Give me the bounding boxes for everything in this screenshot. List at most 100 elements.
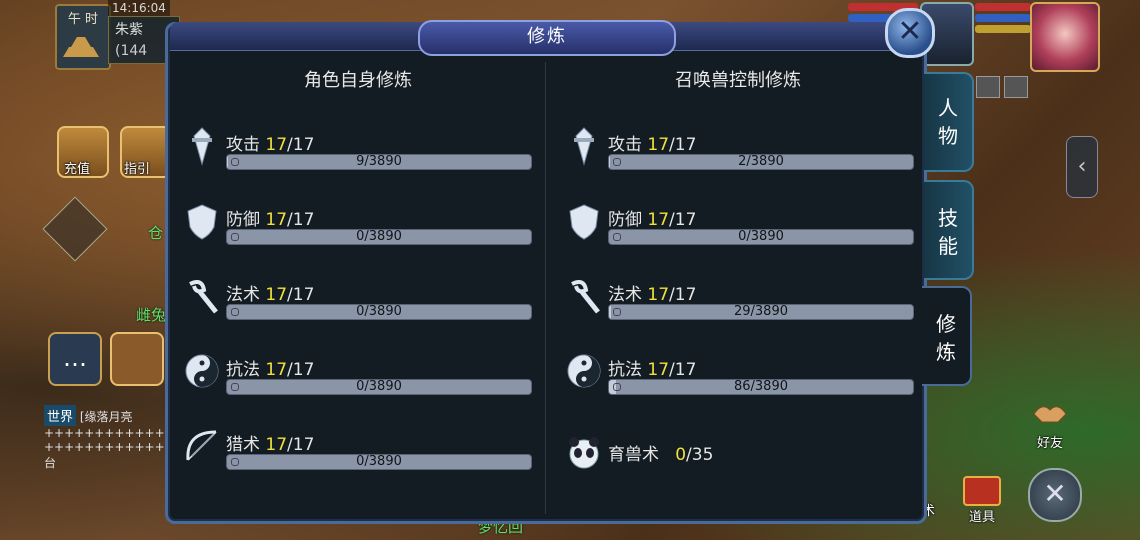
buff-icon-1[interactable] [976,76,1000,98]
chat-window[interactable]: 世界 [缘落月亮 ++++++++++++++++ ++++++++++++++… [44,405,205,480]
progress-bar: 0/3890 [226,379,532,395]
sword-icon [182,126,222,166]
cultivation-level: 17 [647,210,670,230]
beast-training-max: /35 [686,445,714,465]
chat-line-4: 台 [44,456,57,470]
column-divider [545,62,546,514]
chat-channel: 世界 [44,405,77,426]
items-label: 道具 [968,510,995,525]
staff-icon [564,276,604,316]
system-clock: 14:16:04 [108,0,170,16]
cultivation-row[interactable]: 防御 17/17 0/3890 [182,201,542,261]
cultivation-name: 防御 [608,210,642,230]
tab-character[interactable]: 人 物 [924,72,974,172]
chat-bubble-icon[interactable]: … [48,332,102,386]
guide-label: 指引 [124,162,151,177]
bow-icon [182,426,222,466]
friends-label: 好友 [1036,436,1063,451]
cultivation-level: 17 [265,135,288,155]
progress-bar: 0/3890 [226,454,532,470]
cultivation-level: 17 [647,360,670,380]
cultivation-level: 17 [265,285,288,305]
cultivation-row[interactable]: 防御 17/17 0/3890 [564,201,924,261]
beast-training-row[interactable]: 育兽术 0/35 [564,432,924,492]
left-column-title: 角色自身修炼 [304,70,412,91]
tab-skills[interactable]: 技 能 [924,180,974,280]
yinyang-icon [182,351,222,391]
beast-training-name: 育兽术 [608,445,659,465]
panel-title: 修炼 [418,20,676,56]
cultivation-max: /17 [669,210,697,230]
cultivation-label: 防御 17/17 [608,205,696,230]
cultivation-max: /17 [669,285,697,305]
cultivation-name: 防御 [226,210,260,230]
right-column-title: 召唤兽控制修炼 [675,70,801,91]
friends-button[interactable]: 好友 [1030,398,1080,451]
cultivation-max: /17 [287,285,315,305]
cultivation-row[interactable]: 抗法 17/17 0/3890 [182,351,542,411]
yinyang-icon [564,351,604,391]
cultivation-row[interactable]: 攻击 17/17 2/3890 [564,126,924,186]
progress-text: 9/3890 [356,154,402,169]
player-status-bars [975,0,1031,40]
cultivation-max: /17 [287,360,315,380]
npc-name-2: 雌兔 [136,306,167,324]
progress-text: 29/3890 [733,304,788,319]
cultivation-row[interactable]: 法术 17/17 0/3890 [182,276,542,336]
items-button[interactable]: 道具 [960,474,1004,525]
time-label: 午 时 [67,12,99,27]
cultivation-level: 17 [265,435,288,455]
move-compass-icon[interactable] [42,196,108,262]
cultivation-name: 攻击 [608,135,642,155]
pet-emote-icon[interactable] [110,332,164,386]
cultivation-max: /17 [669,360,697,380]
cultivation-row[interactable]: 攻击 17/17 9/3890 [182,126,542,186]
cultivation-label: 抗法 17/17 [226,355,314,380]
tab-skills-label-2: 能 [938,234,958,258]
progress-bar: 0/3890 [226,229,532,245]
recharge-label: 充值 [64,162,91,177]
staff-icon [182,276,222,316]
close-button[interactable]: ✕ [885,8,935,58]
cultivation-max: /17 [287,135,315,155]
progress-text: 0/3890 [356,454,402,469]
cultivation-name: 抗法 [608,360,642,380]
cultivation-row[interactable]: 猎术 17/17 0/3890 [182,426,542,486]
pagoda-icon [63,37,99,57]
progress-bar: 0/3890 [226,304,532,320]
progress-text: 0/3890 [738,229,784,244]
game-time-panel: 午 时 [55,4,111,70]
cultivation-level: 17 [265,210,288,230]
npc-name-1: 仓 [148,224,164,242]
chat-line-3: ++++++++++++++++ [44,440,205,454]
cultivation-level: 17 [265,360,288,380]
cultivation-name: 法术 [608,285,642,305]
panda-icon [564,432,604,472]
cultivation-label: 抗法 17/17 [608,355,696,380]
buff-icon-2[interactable] [1004,76,1028,98]
progress-text: 0/3890 [356,304,402,319]
chat-line-1: [缘落月亮 [79,410,133,424]
cultivation-max: /17 [287,210,315,230]
cultivation-max: /17 [669,135,697,155]
beast-training-level: 0 [675,445,687,465]
cultivation-name: 猎术 [226,435,260,455]
chest-icon [963,476,1001,506]
cultivation-name: 攻击 [226,135,260,155]
collapse-arrow-icon[interactable]: ‹ [1066,136,1098,198]
progress-bar: 0/3890 [608,229,914,245]
progress-bar: 86/3890 [608,379,914,395]
progress-bar: 29/3890 [608,304,914,320]
player-avatar[interactable] [1030,2,1100,72]
progress-bar: 2/3890 [608,154,914,170]
cultivation-label: 猎术 17/17 [226,430,314,455]
progress-text: 2/3890 [738,154,784,169]
cultivation-row[interactable]: 法术 17/17 29/3890 [564,276,924,336]
tab-cultivation[interactable]: 修 炼 [922,286,972,386]
tab-cultivation-label-2: 炼 [936,340,956,364]
hud-close-button[interactable]: ✕ [1028,468,1082,522]
progress-text: 0/3890 [356,229,402,244]
cultivation-label: 法术 17/17 [608,280,696,305]
cultivation-label: 攻击 17/17 [608,130,696,155]
cultivation-row[interactable]: 抗法 17/17 86/3890 [564,351,924,411]
